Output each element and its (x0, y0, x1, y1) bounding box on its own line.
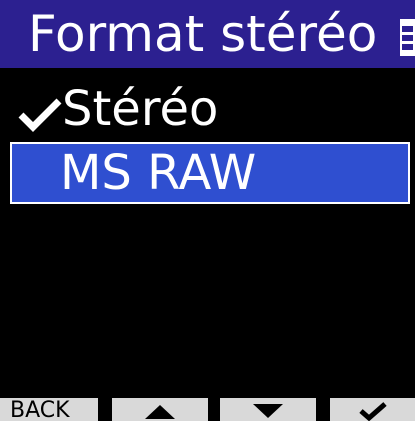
up-button[interactable] (112, 398, 208, 421)
down-button[interactable] (220, 398, 316, 421)
up-arrow-icon (145, 405, 175, 419)
battery-icon (400, 19, 415, 56)
list-item-ms-raw[interactable]: MS RAW (10, 142, 410, 204)
list-item-label: MS RAW (60, 145, 257, 201)
back-button-label: BACK (10, 398, 70, 421)
title-bar: Format stéréo (0, 0, 415, 68)
function-button-bar: BACK (0, 398, 415, 421)
device-screen: Format stéréo Stéréo MS RAW BACK (0, 0, 415, 421)
down-arrow-icon (253, 404, 283, 418)
check-icon (359, 402, 387, 421)
list-item-label: Stéréo (62, 81, 219, 137)
back-button[interactable]: BACK (0, 398, 98, 421)
confirm-button[interactable] (330, 398, 415, 421)
check-icon (18, 98, 62, 132)
list-item-stereo[interactable]: Stéréo (0, 76, 415, 140)
page-title: Format stéréo (28, 5, 378, 63)
